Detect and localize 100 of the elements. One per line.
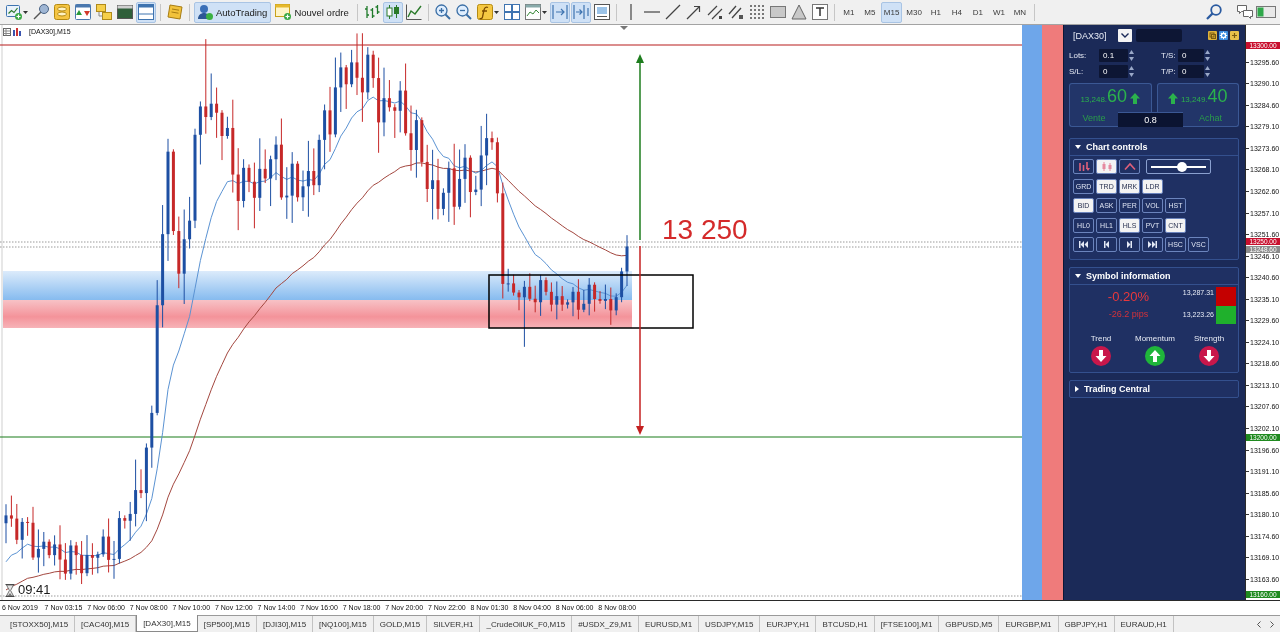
chevron-right-icon[interactable] bbox=[1270, 620, 1274, 628]
section-header[interactable]: Symbol information bbox=[1070, 268, 1238, 284]
chart-tool-button[interactable] bbox=[1119, 159, 1140, 174]
chevron-left-icon[interactable] bbox=[1257, 620, 1261, 628]
chart-tab[interactable]: SILVER,H1 bbox=[427, 616, 481, 632]
percent-change: -0.20% bbox=[1107, 290, 1149, 304]
chart-tab[interactable]: [DAX30],M15 bbox=[136, 615, 198, 632]
coins-button[interactable] bbox=[52, 1, 72, 23]
sell-price-card[interactable]: 13,248.60 bbox=[1069, 83, 1152, 112]
navigation-button[interactable] bbox=[1142, 237, 1163, 252]
chevron-up-icon bbox=[1123, 162, 1136, 171]
chart-tab[interactable]: BTCUSD,H1 bbox=[816, 616, 875, 632]
buy-price-card[interactable]: 13,249.40 bbox=[1156, 83, 1239, 112]
buy-price: 13,249.40 bbox=[1180, 86, 1228, 108]
chart-tab[interactable]: [STOXX50],M15 bbox=[4, 616, 76, 632]
copy-icon[interactable] bbox=[1208, 31, 1217, 40]
chart-tab[interactable]: GBPUSD,M5 bbox=[939, 616, 1000, 632]
sell-price: 13,248.60 bbox=[1080, 86, 1128, 108]
number-field[interactable]: 0 bbox=[1178, 49, 1204, 62]
vertical-line-icon bbox=[628, 4, 633, 20]
zoom-out-icon bbox=[455, 4, 472, 20]
zoom-slider[interactable] bbox=[1146, 159, 1211, 174]
timeframe-button[interactable]: MN bbox=[1009, 1, 1030, 23]
indicators-button[interactable] bbox=[474, 1, 501, 23]
candlestick-icon bbox=[384, 4, 401, 20]
order-window-icon bbox=[275, 4, 292, 20]
spinner-arrows-icon[interactable] bbox=[1129, 50, 1134, 61]
field-label: T/S: bbox=[1161, 51, 1177, 60]
navigator-button[interactable] bbox=[94, 1, 114, 23]
number-field[interactable]: 0.1 bbox=[1099, 49, 1128, 62]
step-back-icon bbox=[1104, 241, 1109, 248]
symbol-field[interactable] bbox=[1136, 29, 1182, 42]
market-watch-button[interactable] bbox=[73, 1, 93, 23]
chart-shift-icon bbox=[572, 4, 589, 20]
new-order-button[interactable]: Nouvel ordre bbox=[272, 1, 353, 23]
spinner-arrows-icon[interactable] bbox=[1129, 66, 1134, 77]
person-icon bbox=[197, 4, 213, 20]
timeframe-button[interactable]: M15 bbox=[880, 1, 903, 23]
chart-tool-button[interactable] bbox=[1073, 159, 1094, 174]
chart-tab[interactable]: _CrudeOilUK_F0,M15 bbox=[480, 616, 573, 632]
auto-scroll-icon bbox=[551, 4, 568, 20]
section-header[interactable]: Trading Central bbox=[1070, 381, 1238, 397]
channel-icon bbox=[706, 4, 723, 20]
template-button[interactable] bbox=[522, 1, 549, 23]
navigation-button[interactable] bbox=[1096, 237, 1117, 252]
timeframe-button[interactable]: M30 bbox=[903, 1, 925, 23]
symbol-dropdown-button[interactable] bbox=[1118, 29, 1132, 42]
chart-tab[interactable]: [SP500],M15 bbox=[197, 616, 257, 632]
bar-countdown: 09:41 bbox=[18, 583, 51, 597]
window-panel-icon bbox=[138, 4, 154, 20]
pips-change: -26.2 pips bbox=[1108, 309, 1149, 319]
spinner-arrows-icon[interactable] bbox=[1205, 66, 1210, 77]
terminal-icon bbox=[117, 4, 133, 20]
timeframe-button[interactable]: H1 bbox=[925, 1, 946, 23]
chart-tab[interactable]: GOLD,M15 bbox=[373, 616, 428, 632]
section-header[interactable]: Chart controls bbox=[1070, 139, 1238, 155]
navigation-button[interactable] bbox=[1119, 237, 1140, 252]
slider-thumb[interactable] bbox=[1177, 161, 1188, 172]
number-field[interactable]: 0 bbox=[1178, 65, 1204, 78]
step-forward-icon bbox=[1127, 241, 1132, 248]
timeframe-button[interactable]: M5 bbox=[859, 1, 880, 23]
text-box-icon bbox=[811, 4, 828, 20]
timeframe-button[interactable]: H4 bbox=[946, 1, 967, 23]
color-swatch-icon bbox=[1216, 306, 1236, 324]
navigation-button[interactable] bbox=[1073, 237, 1094, 252]
spinner-arrows-icon[interactable] bbox=[1205, 50, 1210, 61]
field-label: T/P: bbox=[1161, 67, 1177, 76]
chart-tab[interactable]: USDJPY,M15 bbox=[699, 616, 761, 632]
chart-tab[interactable]: EURGBP,M1 bbox=[999, 616, 1059, 632]
tester-button[interactable] bbox=[136, 1, 156, 23]
pin-icon bbox=[33, 4, 49, 20]
chart-tab[interactable]: [DJI30],M15 bbox=[256, 616, 314, 632]
properties-button[interactable] bbox=[591, 1, 612, 23]
chart-tool-button[interactable] bbox=[1096, 159, 1117, 174]
image-window-icon bbox=[593, 4, 610, 20]
tile-windows-button[interactable] bbox=[501, 1, 522, 23]
chart-tab[interactable]: GBPJPY,H1 bbox=[1058, 616, 1115, 632]
editor-button[interactable] bbox=[165, 1, 185, 23]
timeframe-button[interactable]: W1 bbox=[988, 1, 1009, 23]
timeframe-button[interactable]: D1 bbox=[967, 1, 988, 23]
chat-icon bbox=[1237, 4, 1253, 20]
chart-tab[interactable]: [NQ100],M15 bbox=[313, 616, 374, 632]
rectangle-icon bbox=[769, 4, 786, 20]
caret-icon bbox=[23, 10, 28, 14]
autotrading-button[interactable]: AutoTrading bbox=[194, 1, 272, 23]
settings-icon[interactable] bbox=[1219, 31, 1228, 40]
candlestick-chart-button[interactable] bbox=[382, 1, 403, 23]
chart-tab[interactable]: EURAUD,H1 bbox=[1114, 616, 1174, 632]
chart-tab[interactable]: #USDX_Z9,M1 bbox=[572, 616, 639, 632]
text-label-button[interactable] bbox=[809, 1, 830, 23]
function-icon bbox=[476, 4, 493, 20]
number-field[interactable]: 0 bbox=[1099, 65, 1128, 78]
note-icon bbox=[167, 4, 183, 20]
zoom-in-icon bbox=[434, 4, 451, 20]
chart-tab[interactable]: EURJPY,H1 bbox=[760, 616, 817, 632]
chart-tab[interactable]: EURUSD,M1 bbox=[638, 616, 700, 632]
plus-icon[interactable] bbox=[1230, 31, 1239, 40]
chevron-down-icon bbox=[1121, 33, 1129, 38]
chart-tab[interactable]: [FTSE100],M1 bbox=[874, 616, 940, 632]
timeframe-button[interactable]: M1 bbox=[838, 1, 859, 23]
